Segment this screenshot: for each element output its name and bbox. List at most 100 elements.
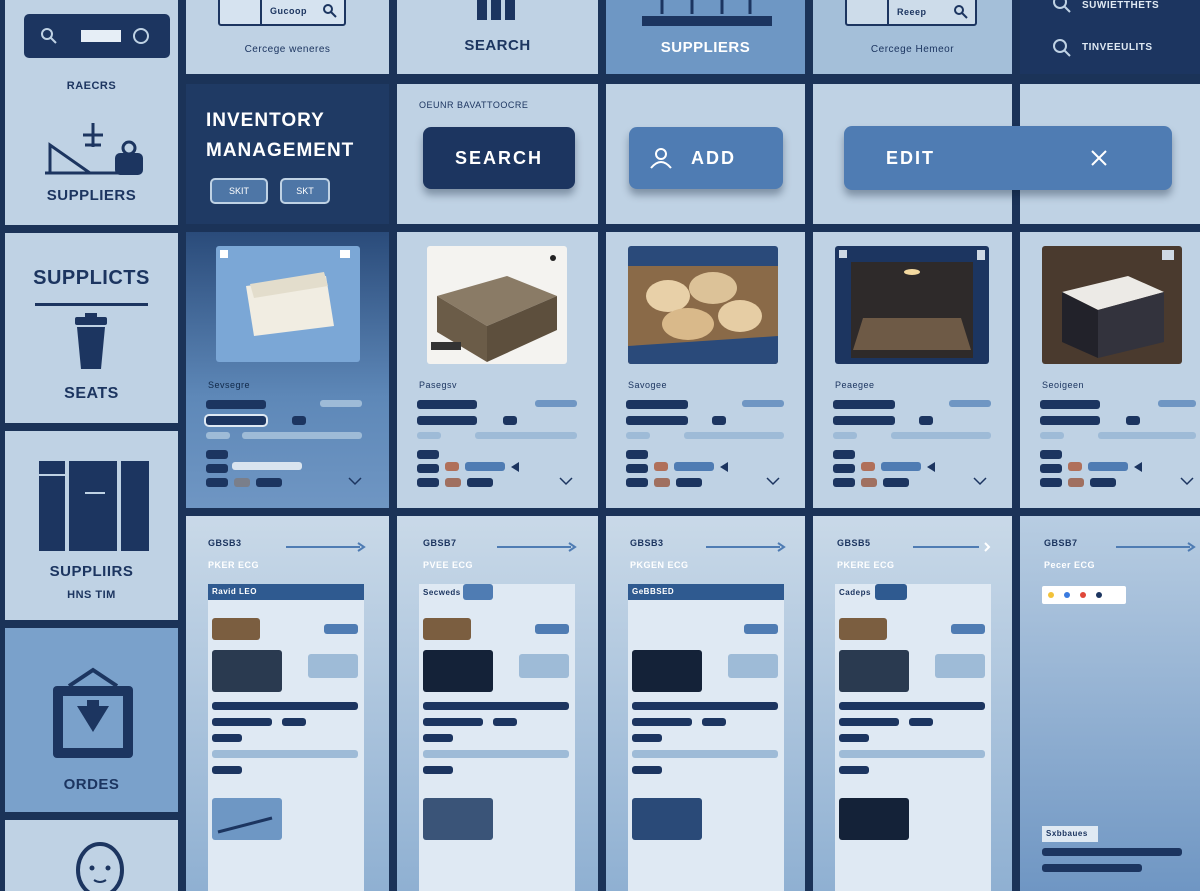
search-icon[interactable] bbox=[1052, 0, 1072, 14]
detail-bar bbox=[674, 462, 714, 471]
nav-suppliers-binders-tile[interactable]: SUPPLIIRS HNS TIM bbox=[5, 431, 178, 620]
row-chip[interactable] bbox=[324, 624, 358, 634]
header-pill-1[interactable]: SKIT bbox=[210, 178, 268, 204]
detail-code: GBSB5 bbox=[837, 538, 871, 548]
detail-card-2[interactable]: GBSB7 PVEE ECG Secweds bbox=[397, 516, 598, 891]
nav-profile-tile[interactable] bbox=[5, 820, 178, 891]
nav-suppliers2-label[interactable]: SUPPLIIRS bbox=[5, 563, 178, 580]
detail-bar bbox=[206, 432, 230, 439]
row-bar bbox=[493, 718, 517, 726]
circle-icon[interactable] bbox=[132, 27, 150, 45]
swatch-yellow[interactable] bbox=[1048, 592, 1054, 598]
top-right-menu: SUWIETTHETS TINVEEULITS bbox=[1020, 0, 1200, 74]
row-bar bbox=[839, 750, 985, 758]
menu-item-2[interactable]: TINVEEULITS bbox=[1082, 42, 1153, 53]
arrow-right-icon[interactable] bbox=[1116, 542, 1196, 552]
binders-icon bbox=[39, 461, 149, 551]
close-icon[interactable] bbox=[1090, 149, 1108, 167]
product-card-1[interactable]: Sevsegre bbox=[186, 232, 389, 508]
search-icon[interactable] bbox=[953, 4, 969, 20]
nav-orders-tile[interactable]: ORDES bbox=[5, 628, 178, 812]
detail-bar bbox=[256, 478, 282, 487]
add-button[interactable]: ADD bbox=[629, 127, 783, 189]
search-icon[interactable] bbox=[1052, 38, 1072, 58]
menu-item-1[interactable]: SUWIETTHETS bbox=[1082, 0, 1159, 11]
nav-seats-label[interactable]: SEATS bbox=[5, 385, 178, 403]
detail-bar bbox=[206, 416, 266, 425]
row-chip[interactable] bbox=[463, 584, 493, 600]
arrow-right-icon[interactable] bbox=[286, 542, 366, 552]
detail-bar bbox=[467, 478, 493, 487]
edit-button[interactable]: EDIT bbox=[844, 126, 1172, 190]
avatar-icon[interactable] bbox=[60, 838, 140, 891]
toolbar-input[interactable] bbox=[81, 30, 121, 42]
search-field[interactable]: Gucoop bbox=[218, 0, 346, 26]
product-card-3[interactable]: Savogee bbox=[606, 232, 805, 508]
detail-bar bbox=[417, 464, 439, 473]
detail-card-5[interactable]: GBSB7 Pecer ECG Sxbbaues bbox=[1020, 516, 1200, 891]
detail-bar bbox=[320, 400, 362, 407]
row-chip[interactable] bbox=[951, 624, 985, 634]
search-field-2-text: Reeep bbox=[897, 7, 927, 17]
detail-card-4[interactable]: GBSB5 PKERE ECG Cadeps bbox=[813, 516, 1012, 891]
row-bar bbox=[423, 734, 453, 742]
detail-bar bbox=[626, 478, 648, 487]
row-chip[interactable] bbox=[744, 624, 778, 634]
thumb-image bbox=[423, 618, 471, 640]
product-photo-shelf bbox=[835, 246, 989, 364]
chevron-down-icon[interactable] bbox=[1180, 476, 1194, 486]
chevron-down-icon[interactable] bbox=[766, 476, 780, 486]
nav-supplicts-label[interactable]: SUPPLICTS bbox=[5, 267, 178, 290]
detail-bar bbox=[833, 416, 895, 425]
top-suppliers-tile[interactable]: SUPPLIERS bbox=[606, 0, 805, 74]
chevron-down-icon[interactable] bbox=[559, 476, 573, 486]
row-bar bbox=[282, 718, 306, 726]
row-chip[interactable] bbox=[535, 624, 569, 634]
search-field-2[interactable]: Reeep bbox=[845, 0, 977, 26]
product-photo-stones bbox=[628, 246, 778, 364]
detail-bar bbox=[503, 416, 517, 425]
chevron-down-icon[interactable] bbox=[348, 476, 362, 486]
chevron-down-icon[interactable] bbox=[973, 476, 987, 486]
chevron-right-icon[interactable] bbox=[913, 542, 993, 552]
swatch-blue[interactable] bbox=[1064, 592, 1070, 598]
swatch-red[interactable] bbox=[1080, 592, 1086, 598]
row-bar bbox=[839, 718, 899, 726]
top-suppliers-label[interactable]: SUPPLIERS bbox=[606, 39, 805, 56]
product-card-2[interactable]: Pasegsv bbox=[397, 232, 598, 508]
header-pill-2[interactable]: SKT bbox=[280, 178, 330, 204]
caret-left-icon bbox=[511, 462, 519, 472]
top-search-label[interactable]: SEARCH bbox=[397, 37, 598, 54]
nav-orders-label[interactable]: ORDES bbox=[5, 776, 178, 793]
product-card-5[interactable]: Seoigeen bbox=[1020, 232, 1200, 508]
detail-bar bbox=[206, 450, 228, 459]
arrow-right-icon[interactable] bbox=[497, 542, 577, 552]
detail-card-1[interactable]: GBSB3 PKER ECG Ravid LEO bbox=[186, 516, 389, 891]
row-bar bbox=[212, 766, 242, 774]
detail-bar bbox=[684, 432, 784, 439]
search-button[interactable]: SEARCH bbox=[423, 127, 575, 189]
row-chip[interactable] bbox=[875, 584, 907, 600]
footer-tag-text: Sxbbaues bbox=[1046, 829, 1088, 838]
caret-left-icon bbox=[1134, 462, 1142, 472]
detail-bar bbox=[654, 462, 668, 471]
search-field-divider bbox=[260, 0, 262, 24]
nav-supplicts-tile[interactable]: SUPPLICTS SEATS bbox=[5, 233, 178, 423]
detail-bar bbox=[833, 400, 895, 409]
nav-suppliers-label[interactable]: SUPPLIERS bbox=[5, 187, 178, 204]
color-swatches[interactable] bbox=[1042, 586, 1126, 604]
detail-card-3[interactable]: GBSB3 PKGEN ECG GeBBSED bbox=[606, 516, 805, 891]
row-bar bbox=[212, 702, 358, 710]
search-icon[interactable] bbox=[40, 27, 58, 45]
search-icon[interactable] bbox=[322, 3, 338, 19]
top-search-tile[interactable]: SEARCH bbox=[397, 0, 598, 74]
row-bar bbox=[839, 734, 869, 742]
product-card-4[interactable]: Peaegee bbox=[813, 232, 1012, 508]
detail-bar bbox=[1040, 450, 1062, 459]
thumb-image bbox=[839, 798, 909, 840]
detail-list-header: Ravid LEO bbox=[208, 584, 364, 600]
swatch-navy[interactable] bbox=[1096, 592, 1102, 598]
detail-bar bbox=[654, 478, 670, 487]
arrow-right-icon[interactable] bbox=[706, 542, 786, 552]
row-bar bbox=[308, 654, 358, 678]
